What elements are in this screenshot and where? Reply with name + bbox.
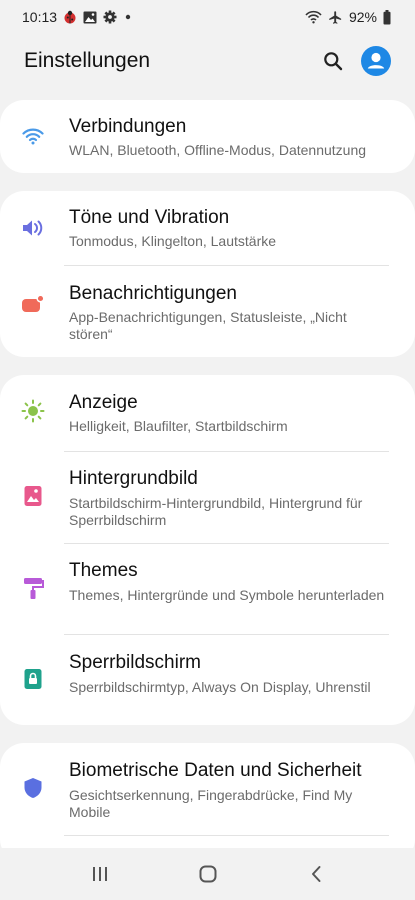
wifi-icon <box>305 10 322 24</box>
page-title: Einstellungen <box>24 49 151 72</box>
settings-item-themes[interactable]: Themes Themes, Hintergründe und Symbole … <box>0 544 415 635</box>
status-bar-right: 92% <box>305 9 391 25</box>
status-bar-left: 10:13 <box>22 9 133 25</box>
settings-item-verbindungen[interactable]: Verbindungen WLAN, Bluetooth, Offline-Mo… <box>0 100 415 173</box>
item-subtitle: Sperrbildschirmtyp, Always On Display, U… <box>69 679 371 695</box>
item-title: Benachrichtigungen <box>69 283 237 304</box>
wallpaper-icon <box>21 484 45 508</box>
item-subtitle: App-Benachrichtigungen, Statusleiste, „N… <box>69 309 347 342</box>
wifi-icon <box>21 124 45 148</box>
search-icon[interactable] <box>323 51 343 71</box>
item-subtitle: Helligkeit, Blaufilter, Startbildschirm <box>69 418 288 434</box>
settings-gear-icon <box>103 10 117 24</box>
item-title: Hintergrundbild <box>69 468 198 489</box>
shield-icon <box>21 776 45 800</box>
battery-icon <box>383 9 391 25</box>
settings-card-connections: Verbindungen WLAN, Bluetooth, Offline-Mo… <box>0 100 415 173</box>
paint-roller-icon <box>21 576 45 600</box>
home-icon[interactable] <box>154 848 262 900</box>
back-icon[interactable] <box>262 848 370 900</box>
airplane-mode-icon <box>328 10 343 25</box>
item-subtitle: Gesichtserkennung, Fingerabdrücke, Find … <box>69 787 353 820</box>
item-title: Themes <box>69 560 138 581</box>
settings-card-security: Biometrische Daten und Sicherheit Gesich… <box>0 743 415 863</box>
notification-icon <box>21 292 45 316</box>
item-subtitle: Themes, Hintergründe und Symbole herunte… <box>69 587 385 603</box>
item-subtitle: WLAN, Bluetooth, Offline-Modus, Datennut… <box>69 142 367 158</box>
item-title: Töne und Vibration <box>69 207 230 228</box>
recent-apps-icon[interactable] <box>46 848 154 900</box>
brightness-icon <box>21 399 45 423</box>
system-navigation-bar <box>0 848 415 900</box>
item-title: Biometrische Daten und Sicherheit <box>69 760 362 781</box>
settings-item-benachrichtigungen[interactable]: Benachrichtigungen App-Benachrichtigunge… <box>0 266 415 357</box>
status-time: 10:13 <box>22 9 58 25</box>
settings-item-biometrie-sicherheit[interactable]: Biometrische Daten und Sicherheit Gesich… <box>0 743 415 835</box>
gallery-notification-icon <box>83 11 97 24</box>
volume-icon <box>21 216 45 240</box>
dot-icon <box>123 12 133 22</box>
battery-percent: 92% <box>348 9 377 25</box>
settings-card-sound-notifications: Töne und Vibration Tonmodus, Klingelton,… <box>0 191 415 357</box>
settings-item-toene-vibration[interactable]: Töne und Vibration Tonmodus, Klingelton,… <box>0 191 415 266</box>
ladybug-icon <box>63 10 77 24</box>
settings-item-sperrbildschirm[interactable]: Sperrbildschirm Sperrbildschirmtyp, Alwa… <box>0 635 415 725</box>
settings-item-anzeige[interactable]: Anzeige Helligkeit, Blaufilter, Startbil… <box>0 375 415 451</box>
app-header: Einstellungen <box>0 38 415 84</box>
item-subtitle: Startbildschirm-Hintergrundbild, Hinterg… <box>69 495 363 528</box>
account-icon[interactable] <box>361 46 391 76</box>
item-title: Verbindungen <box>69 116 187 137</box>
header-actions <box>323 46 391 76</box>
status-bar: 10:13 92% <box>0 0 415 34</box>
settings-item-hintergrundbild[interactable]: Hintergrundbild Startbildschirm-Hintergr… <box>0 452 415 543</box>
settings-card-display: Anzeige Helligkeit, Blaufilter, Startbil… <box>0 375 415 725</box>
item-title: Anzeige <box>69 392 138 413</box>
item-title: Sperrbildschirm <box>69 652 201 673</box>
divider <box>64 835 389 836</box>
item-subtitle: Tonmodus, Klingelton, Lautstärke <box>69 233 277 249</box>
lock-screen-icon <box>21 667 45 691</box>
